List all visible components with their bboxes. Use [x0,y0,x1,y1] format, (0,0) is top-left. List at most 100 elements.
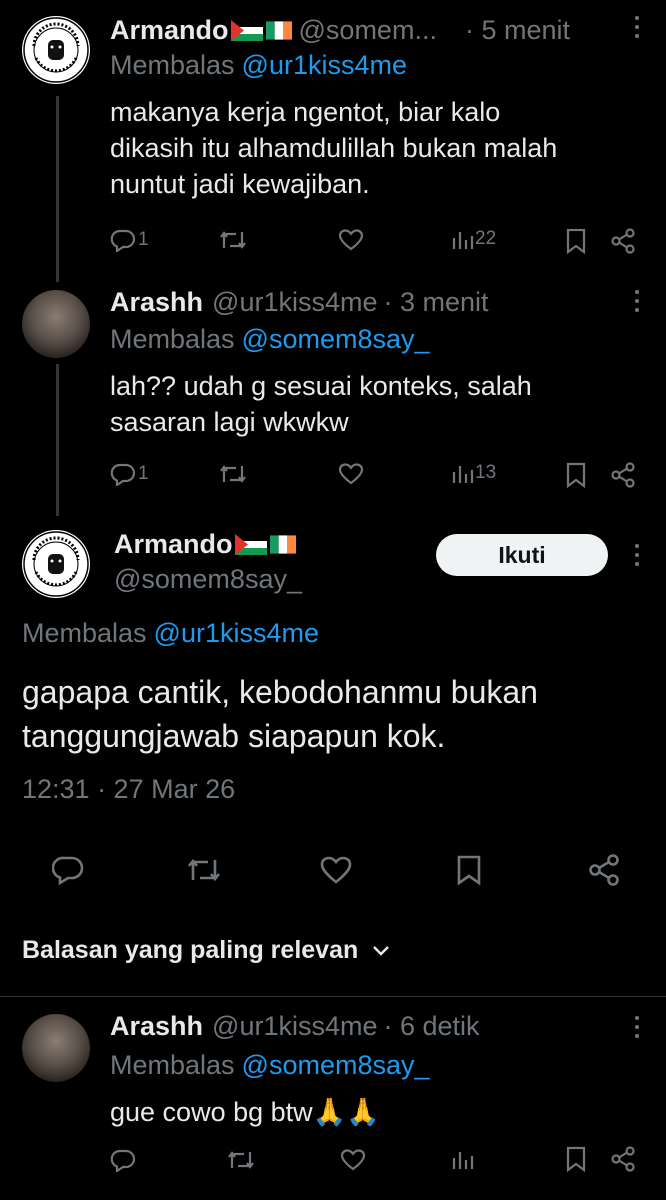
share-button[interactable] [588,854,620,886]
bookmark-button[interactable] [566,462,586,488]
author-handle[interactable]: @somem8say_ [114,564,302,595]
ireland-flag-icon [265,20,292,40]
tweet-text-line: dikasih itu alhamdulillah bukan malah [110,133,558,163]
chevron-down-icon [373,945,390,956]
retweet-icon [220,465,246,483]
like-button[interactable] [320,855,352,885]
palestine-flag-icon [230,19,263,41]
author-handle[interactable]: @ur1kiss4me [212,287,377,318]
heart-icon [338,229,364,251]
reply-sort-dropdown[interactable]: Balasan yang paling relevan [22,936,390,965]
thread-line [56,364,59,516]
retweet-button[interactable] [218,462,248,486]
tweet-time[interactable]: · 6 detik [384,1011,480,1042]
share-button[interactable] [610,1146,636,1172]
reply-label: Membalas [22,618,147,648]
sort-label: Balasan yang paling relevan [22,936,359,964]
avatar[interactable] [22,290,90,358]
share-icon [611,462,635,488]
views-icon [452,466,474,483]
avatar[interactable] [22,16,90,84]
views-icon [452,232,474,249]
author-handle[interactable]: @somem... [299,15,437,46]
reply-button[interactable]: 1 [110,228,149,252]
bookmark-icon [566,1146,586,1172]
heart-icon [338,463,364,485]
share-icon [589,854,619,886]
more-options-icon[interactable] [634,1016,640,1042]
reply-label: Membalas [110,50,235,80]
reply-button[interactable] [110,1148,136,1172]
bookmark-icon [566,228,586,254]
retweet-icon [220,231,246,249]
tweet-text: gue cowo bg btw🙏🙏 [110,1097,380,1127]
like-button[interactable] [338,228,364,252]
tweet-time[interactable]: · 5 menit [465,15,570,46]
more-options-icon[interactable] [634,544,640,570]
bookmark-icon [457,855,481,886]
tweet-text-line: sasaran lagi wkwkw [110,407,349,437]
reply-to-link[interactable]: @ur1kiss4me [242,50,407,81]
thread-line [56,96,59,282]
bookmark-button[interactable] [566,228,586,254]
views-count: 13 [475,462,497,483]
like-button[interactable] [340,1148,366,1172]
ireland-flag-icon [269,534,296,554]
avatar[interactable] [22,1014,90,1082]
retweet-icon [187,858,221,882]
heart-icon [320,856,352,884]
author-handle[interactable]: @ur1kiss4me [212,1011,377,1042]
retweet-button[interactable] [218,228,248,252]
bookmark-button[interactable] [566,1146,586,1172]
more-options-icon[interactable] [634,290,640,316]
palestine-flag-icon [234,533,267,555]
tweet-timestamp[interactable]: 12:31 · 27 Mar 26 [22,774,235,805]
reply-label: Membalas [110,324,235,354]
reply-button[interactable]: 1 [110,462,149,486]
author-name[interactable]: Arashh [110,287,203,318]
views-button[interactable] [451,1148,475,1170]
reply-count: 1 [138,463,149,484]
reply-to-link[interactable]: @ur1kiss4me [154,618,319,649]
author-name[interactable]: Armando [114,529,233,560]
avatar[interactable] [22,530,90,598]
bookmark-button[interactable] [456,854,482,886]
views-button[interactable]: 22 [451,228,496,250]
logo-avatar-image [23,17,89,83]
reply-icon [110,229,136,252]
tweet-text-line: gapapa cantik, kebodohanmu bukan [22,674,538,710]
tweet-time[interactable]: · 3 menit [384,287,489,318]
reply-to-link[interactable]: @somem8say_ [242,1050,430,1081]
reply-button[interactable] [52,855,84,885]
heart-icon [340,1149,366,1171]
author-name[interactable]: Arashh [110,1011,203,1042]
views-count: 22 [475,228,497,249]
tweet-text: lah?? udah g sesuai konteks, salah sasar… [110,368,532,440]
tweet-text-line: nuntut jadi kewajiban. [110,169,370,199]
follow-button[interactable]: Ikuti [436,534,608,576]
retweet-button[interactable] [186,855,222,885]
focus-tweet-text: gapapa cantik, kebodohanmu bukan tanggun… [22,670,538,758]
reply-icon [110,463,136,486]
tweet-text: makanya kerja ngentot, biar kalo dikasih… [110,94,557,202]
share-button[interactable] [610,228,636,254]
tweet-text-line: lah?? udah g sesuai konteks, salah [110,371,532,401]
divider [0,996,666,997]
logo-avatar-image [23,531,89,597]
views-icon [452,1152,474,1169]
like-button[interactable] [338,462,364,486]
reply-icon [52,856,84,885]
share-button[interactable] [610,462,636,488]
views-button[interactable]: 13 [451,462,496,484]
retweet-button[interactable] [226,1148,256,1172]
retweet-icon [228,1151,254,1169]
reply-label: Membalas [110,1050,235,1080]
author-name[interactable]: Armando [110,15,229,46]
share-icon [611,1146,635,1172]
more-options-icon[interactable] [634,16,640,42]
reply-count: 1 [138,229,149,250]
reply-icon [110,1149,136,1172]
tweet-text-line: tanggungjawab siapapun kok. [22,718,446,754]
bookmark-icon [566,462,586,488]
reply-to-link[interactable]: @somem8say_ [242,324,430,355]
